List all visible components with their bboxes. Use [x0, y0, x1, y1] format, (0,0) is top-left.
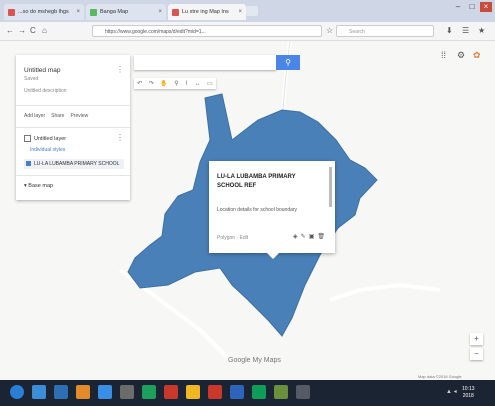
style-icon[interactable]: ◈ — [293, 233, 298, 240]
account-avatar-icon[interactable]: ✿ — [473, 50, 481, 61]
marker-tool-icon[interactable]: ⚲ — [174, 80, 178, 87]
measure-tool-icon[interactable]: ▭ — [207, 80, 213, 87]
layer-feature-item[interactable]: LU-LA LUBAMBA PRIMARY SCHOOL — [24, 159, 124, 169]
popup-scrollbar[interactable] — [329, 167, 332, 207]
panel-actions: Add layer Share Preview — [24, 113, 88, 119]
taskbar-app-icon[interactable] — [252, 385, 266, 399]
tab-favicon-icon — [8, 8, 15, 16]
taskbar-app-icon[interactable] — [296, 385, 310, 399]
tab-2[interactable]: Banga Map × — [86, 4, 166, 20]
divider — [16, 105, 130, 106]
redo-icon[interactable]: ↷ — [149, 80, 154, 87]
image-icon[interactable]: ▣ — [309, 233, 315, 240]
taskbar-app-icon[interactable] — [10, 385, 24, 399]
taskbar-app-icon[interactable] — [54, 385, 68, 399]
star-icon[interactable]: ☆ — [326, 25, 333, 37]
share-button[interactable]: Share — [51, 113, 64, 119]
tab-favicon-icon — [172, 8, 179, 16]
downloads-icon[interactable]: ⬇ — [446, 25, 453, 37]
search-icon: ⚲ — [285, 58, 291, 67]
tab-3-active[interactable]: Lu stre ing Map Ins × — [168, 4, 246, 20]
tab-label: Lu stre ing Map Ins — [182, 9, 229, 15]
address-bar[interactable]: https://www.google.com/maps/d/edit?mid=1… — [92, 25, 322, 37]
delete-icon[interactable]: 🗑 — [317, 233, 325, 240]
panel-menu-icon[interactable]: ⋮ — [116, 65, 124, 74]
tab-favicon-icon — [90, 8, 97, 16]
maximize-button[interactable]: □ — [466, 2, 478, 12]
preview-button[interactable]: Preview — [70, 113, 88, 119]
tab-1[interactable]: ...so do mshegb lhgs × — [4, 4, 84, 20]
extension-icon[interactable]: ★ — [478, 25, 485, 37]
individual-styles-link[interactable]: Individual styles — [30, 147, 65, 153]
back-button[interactable]: ← — [6, 25, 14, 37]
taskbar-app-icon[interactable] — [142, 385, 156, 399]
browser-search-field[interactable]: Search — [336, 25, 434, 37]
forward-button[interactable]: → — [18, 25, 26, 37]
taskbar-app-icon[interactable] — [32, 385, 46, 399]
menu-icon[interactable]: ☰ — [462, 25, 469, 37]
clock[interactable]: 10:13 2018 — [462, 386, 475, 400]
hand-tool-icon[interactable]: ✋ — [160, 80, 167, 87]
map-attribution: Map data ©2018 Google — [418, 374, 462, 379]
tab-label: Banga Map — [100, 9, 129, 15]
add-layer-button[interactable]: Add layer — [24, 113, 45, 119]
taskbar-app-icon[interactable] — [76, 385, 90, 399]
taskbar-app-icon[interactable] — [186, 385, 200, 399]
layer-header[interactable]: Untitled layer — [24, 135, 66, 142]
clock-date: 2018 — [462, 393, 474, 399]
map-title[interactable]: Untitled map — [24, 67, 61, 74]
tab-close-icon[interactable]: × — [158, 9, 162, 15]
popup-footer: Polygon · Edit — [217, 235, 249, 241]
taskbar: ▲ ◂ 10:13 2018 — [0, 380, 495, 406]
popup-body: Location details for school boundary — [217, 207, 298, 213]
popup-title: LU-LA LUBAMBA PRIMARY SCHOOL REF — [217, 174, 296, 189]
new-tab-button[interactable] — [246, 6, 258, 16]
line-tool-icon[interactable]: ⌇ — [185, 80, 188, 87]
layer-name[interactable]: Untitled layer — [34, 136, 66, 142]
apps-grid-icon[interactable]: ⁞⁞ — [441, 50, 446, 60]
divider — [16, 175, 130, 176]
road-edge — [281, 41, 291, 121]
tab-label: ...so do mshegb lhgs — [18, 9, 69, 15]
map-search-input[interactable] — [134, 55, 276, 70]
close-window-button[interactable]: × — [480, 2, 492, 12]
settings-icon[interactable]: ⚙ — [457, 50, 465, 61]
map-description[interactable]: Untitled description — [24, 88, 67, 94]
map-layers-panel: Untitled map Saved Untitled description … — [16, 55, 130, 200]
map-search-button[interactable]: ⚲ — [276, 55, 300, 70]
tray-icons[interactable]: ▲ ◂ — [446, 388, 457, 395]
zoom-out-button[interactable]: − — [470, 348, 483, 360]
browser-tab-bar: ...so do mshegb lhgs × Banga Map × Lu st… — [0, 0, 495, 22]
edit-icon[interactable]: ✎ — [301, 233, 306, 240]
feature-popup: LU-LA LUBAMBA PRIMARY SCHOOL REF Locatio… — [209, 161, 335, 259]
taskbar-app-icon[interactable] — [274, 385, 288, 399]
feature-color-swatch — [26, 161, 31, 166]
map-toolbar: ↶ ↷ ✋ ⚲ ⌇ ↔ ▭ — [134, 78, 216, 89]
directions-tool-icon[interactable]: ↔ — [195, 81, 201, 87]
browser-toolbar: ← → C ⌂ https://www.google.com/maps/d/ed… — [0, 22, 495, 41]
taskbar-app-icon[interactable] — [120, 385, 134, 399]
taskbar-app-icon[interactable] — [98, 385, 112, 399]
google-my-maps-logo: Google My Maps — [228, 357, 281, 364]
clock-time: 10:13 — [462, 386, 475, 392]
layer-menu-icon[interactable]: ⋮ — [116, 133, 124, 142]
base-map-label: Base map — [28, 183, 54, 189]
taskbar-app-icon[interactable] — [164, 385, 178, 399]
home-button[interactable]: ⌂ — [42, 25, 47, 37]
zoom-in-button[interactable]: + — [470, 333, 483, 345]
tab-close-icon[interactable]: × — [76, 9, 80, 15]
layer-checkbox[interactable] — [24, 135, 31, 142]
taskbar-app-icon[interactable] — [208, 385, 222, 399]
save-status: Saved — [24, 76, 39, 82]
minimize-button[interactable]: – — [452, 2, 464, 12]
base-map-row[interactable]: ▾ Base map — [24, 183, 53, 189]
feature-name: LU-LA LUBAMBA PRIMARY SCHOOL — [34, 161, 120, 167]
reload-button[interactable]: C — [30, 25, 36, 37]
taskbar-app-icon[interactable] — [230, 385, 244, 399]
divider — [16, 127, 130, 128]
tab-close-icon[interactable]: × — [238, 9, 242, 15]
road — [329, 282, 441, 302]
undo-icon[interactable]: ↶ — [137, 80, 142, 87]
popup-tools: ◈ ✎ ▣ 🗑 — [293, 233, 325, 240]
